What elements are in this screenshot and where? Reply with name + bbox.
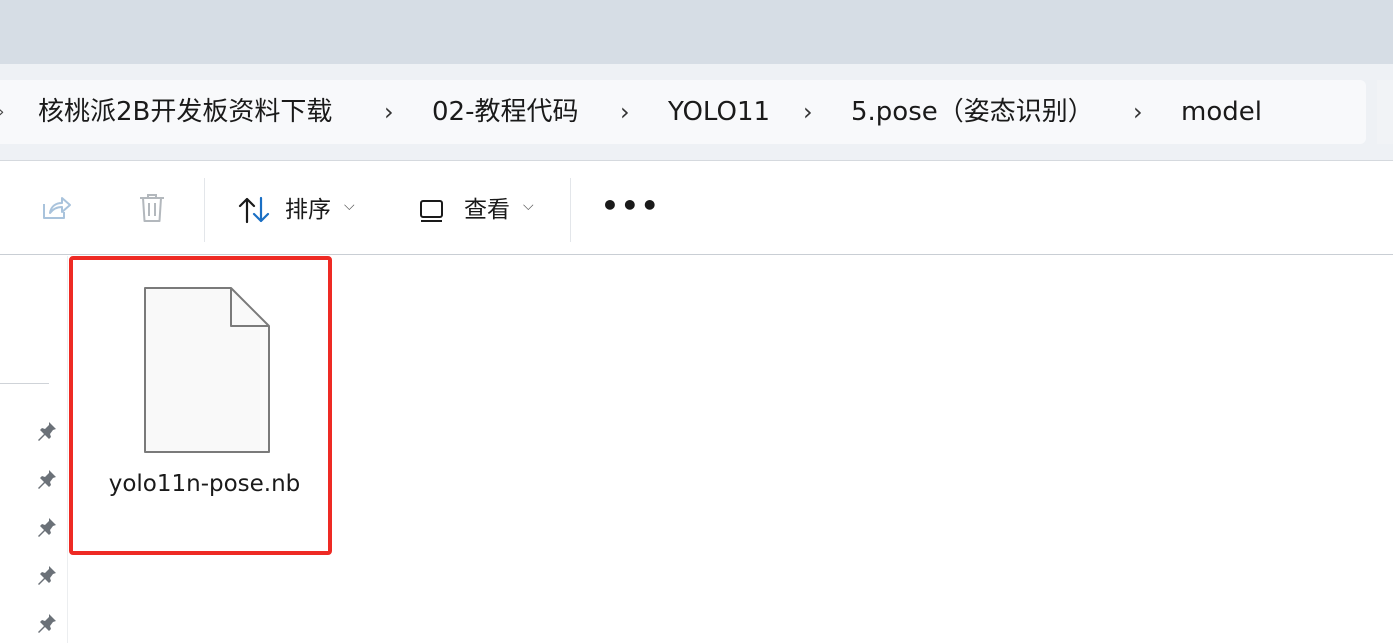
file-item[interactable]: yolo11n-pose.nb [69,256,332,555]
chevron-right-icon[interactable]: › [384,98,394,126]
chevron-down-icon[interactable]: ⌵ [344,198,355,214]
pin-icon[interactable] [36,468,58,490]
view-button-label[interactable]: 查看 [464,196,510,224]
view-rectangle-icon[interactable] [416,194,448,226]
pin-icon[interactable] [36,564,58,586]
pin-icon[interactable] [36,420,58,442]
breadcrumb-overflow-indicator[interactable]: › [0,102,4,121]
toolbar-divider [204,178,205,242]
chevron-right-icon[interactable]: › [620,98,630,126]
command-bar: 排序 ⌵ 查看 ⌵ ••• [0,162,1393,255]
trash-icon[interactable] [134,190,170,226]
breadcrumb-item-model[interactable]: model [1181,97,1262,127]
generic-file-icon[interactable] [143,286,273,456]
share-icon[interactable] [38,190,74,226]
breadcrumb-item-pose[interactable]: 5.pose（姿态识别） [851,97,1094,127]
search-box-edge[interactable] [1377,80,1393,144]
breadcrumb-item-code[interactable]: 02-教程代码 [432,97,578,127]
nav-divider [0,383,49,384]
sort-button-label[interactable]: 排序 [285,196,331,224]
breadcrumb-item-root[interactable]: 核桃派2B开发板资料下载 [38,97,332,127]
file-list-area[interactable]: yolo11n-pose.nb [69,256,1393,643]
address-bar-area: › 核桃派2B开发板资料下载 › 02-教程代码 › YOLO11 › 5.po… [0,64,1393,161]
chevron-right-icon[interactable]: › [1133,98,1143,126]
window-title-bar [0,0,1393,64]
breadcrumb[interactable]: › 核桃派2B开发板资料下载 › 02-教程代码 › YOLO11 › 5.po… [0,80,1366,144]
chevron-down-icon[interactable]: ⌵ [523,198,534,214]
file-name[interactable]: yolo11n-pose.nb [81,468,328,500]
pin-icon[interactable] [36,612,58,634]
navigation-pane [0,256,68,643]
sort-arrows-icon[interactable] [236,194,272,226]
breadcrumb-item-yolo11[interactable]: YOLO11 [668,97,770,127]
toolbar-divider [570,178,571,242]
chevron-right-icon[interactable]: › [803,98,813,126]
more-options-button[interactable]: ••• [601,192,661,220]
pin-icon[interactable] [36,516,58,538]
